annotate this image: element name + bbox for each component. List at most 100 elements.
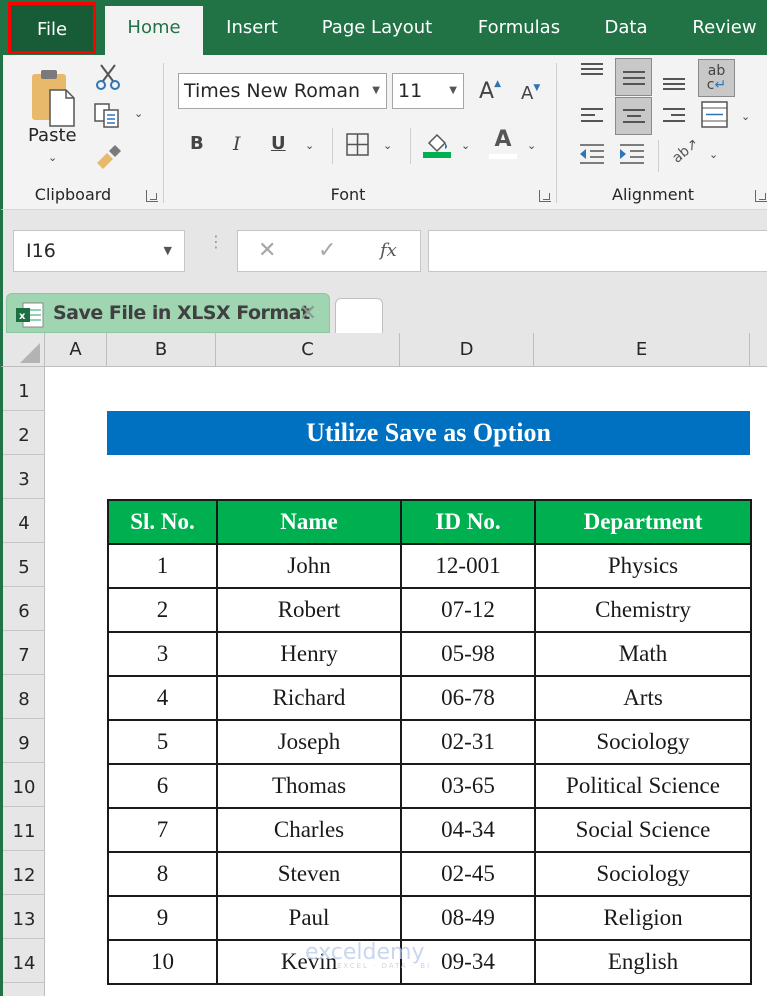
- cell-name[interactable]: Paul: [216, 895, 402, 941]
- column-header-b[interactable]: B: [107, 333, 216, 367]
- tab-formulas[interactable]: Formulas: [466, 0, 572, 55]
- cell-id-no[interactable]: 03-65: [400, 763, 536, 809]
- format-painter-icon[interactable]: [95, 141, 123, 169]
- font-launcher-icon[interactable]: [539, 190, 551, 202]
- font-size-combo[interactable]: 11 ▼: [392, 73, 464, 109]
- cell-id-no[interactable]: 04-34: [400, 807, 536, 853]
- column-header-d[interactable]: D: [400, 333, 534, 367]
- copy-icon[interactable]: [93, 102, 123, 130]
- underline-dropdown-icon[interactable]: ⌄: [305, 139, 314, 152]
- font-name-combo[interactable]: Times New Roman ▼: [178, 73, 387, 109]
- cell-name[interactable]: Robert: [216, 587, 402, 633]
- cell-department[interactable]: Chemistry: [534, 587, 752, 633]
- cell-id-no[interactable]: 07-12: [400, 587, 536, 633]
- paste-button[interactable]: [28, 68, 80, 130]
- align-center-button[interactable]: [615, 97, 652, 135]
- cell-id-no[interactable]: 02-45: [400, 851, 536, 897]
- cancel-icon[interactable]: ✕: [258, 238, 276, 263]
- row-header[interactable]: 1: [3, 367, 45, 411]
- header-department[interactable]: Department: [534, 499, 752, 545]
- cell-department[interactable]: Arts: [534, 675, 752, 721]
- cell-department[interactable]: Physics: [534, 543, 752, 589]
- cell-name[interactable]: Richard: [216, 675, 402, 721]
- column-header-e[interactable]: E: [534, 333, 750, 367]
- cell-department[interactable]: Math: [534, 631, 752, 677]
- cell-sl-no[interactable]: 6: [107, 763, 218, 809]
- align-right-icon[interactable]: [661, 105, 687, 127]
- cell-sl-no[interactable]: 2: [107, 587, 218, 633]
- formula-bar-grip-icon[interactable]: ⋮: [208, 234, 224, 250]
- row-header[interactable]: 12: [3, 851, 45, 895]
- tab-file[interactable]: File: [8, 2, 96, 54]
- orientation-icon[interactable]: ab↗: [669, 135, 702, 166]
- fill-color-dropdown-icon[interactable]: ⌄: [461, 139, 470, 152]
- header-id-no[interactable]: ID No.: [400, 499, 536, 545]
- select-all-button[interactable]: [3, 333, 45, 367]
- row-header[interactable]: 7: [3, 631, 45, 675]
- sheet-tab[interactable]: x Save File in XLSX Format ✕: [6, 293, 330, 333]
- wrap-text-button[interactable]: ab c↵: [698, 59, 735, 97]
- font-name-dropdown-icon[interactable]: ▼: [372, 74, 380, 108]
- column-header-a[interactable]: A: [45, 333, 107, 367]
- underline-button[interactable]: U: [271, 133, 286, 154]
- cell-sl-no[interactable]: 3: [107, 631, 218, 677]
- cut-icon[interactable]: [95, 63, 121, 91]
- borders-icon[interactable]: [346, 133, 370, 157]
- borders-dropdown-icon[interactable]: ⌄: [383, 139, 392, 152]
- row-header[interactable]: 10: [3, 763, 45, 807]
- font-size-dropdown-icon[interactable]: ▼: [449, 74, 457, 108]
- clipboard-launcher-icon[interactable]: [146, 190, 158, 202]
- italic-button[interactable]: I: [233, 133, 241, 155]
- cell-sl-no[interactable]: 4: [107, 675, 218, 721]
- tab-page-layout[interactable]: Page Layout: [308, 0, 446, 55]
- cell-department[interactable]: Social Science: [534, 807, 752, 853]
- top-align-icon[interactable]: [579, 62, 605, 78]
- insert-function-icon[interactable]: fx: [380, 240, 397, 261]
- row-header[interactable]: 8: [3, 675, 45, 719]
- merge-dropdown-icon[interactable]: ⌄: [741, 110, 750, 123]
- fill-color-icon[interactable]: [423, 129, 453, 159]
- increase-indent-icon[interactable]: [618, 142, 646, 166]
- row-header[interactable]: 11: [3, 807, 45, 851]
- sheet-title[interactable]: Utilize Save as Option: [107, 411, 750, 455]
- formula-input[interactable]: [428, 230, 767, 272]
- cell-sl-no[interactable]: 1: [107, 543, 218, 589]
- name-box[interactable]: I16 ▼: [13, 230, 185, 272]
- merge-center-icon[interactable]: [701, 101, 729, 129]
- cell-sl-no[interactable]: 7: [107, 807, 218, 853]
- cell-department[interactable]: Political Science: [534, 763, 752, 809]
- paste-label[interactable]: Paste: [28, 125, 77, 146]
- row-header[interactable]: 3: [3, 455, 45, 499]
- cell-department[interactable]: Religion: [534, 895, 752, 941]
- tab-data[interactable]: Data: [594, 0, 658, 55]
- decrease-font-size-button[interactable]: A▼: [521, 83, 540, 104]
- cell-department[interactable]: Sociology: [534, 851, 752, 897]
- close-tab-icon[interactable]: ✕: [299, 301, 317, 326]
- cell-id-no[interactable]: 02-31: [400, 719, 536, 765]
- font-color-dropdown-icon[interactable]: ⌄: [527, 139, 536, 152]
- cell-name[interactable]: John: [216, 543, 402, 589]
- orientation-dropdown-icon[interactable]: ⌄: [709, 148, 718, 161]
- header-name[interactable]: Name: [216, 499, 402, 545]
- column-header-c[interactable]: C: [216, 333, 400, 367]
- tab-home[interactable]: Home: [105, 6, 203, 55]
- name-box-dropdown-icon[interactable]: ▼: [164, 231, 172, 271]
- cell-name[interactable]: Charles: [216, 807, 402, 853]
- cell-id-no[interactable]: 12-001: [400, 543, 536, 589]
- increase-font-size-button[interactable]: A▲: [479, 79, 501, 104]
- cell-id-no[interactable]: 05-98: [400, 631, 536, 677]
- decrease-indent-icon[interactable]: [578, 142, 606, 166]
- copy-dropdown-icon[interactable]: ⌄: [134, 107, 143, 120]
- alignment-launcher-icon[interactable]: [755, 190, 767, 202]
- enter-icon[interactable]: ✓: [318, 238, 336, 263]
- cell-sl-no[interactable]: 10: [107, 939, 218, 985]
- header-sl-no[interactable]: Sl. No.: [107, 499, 218, 545]
- cell-sl-no[interactable]: 5: [107, 719, 218, 765]
- row-header[interactable]: 9: [3, 719, 45, 763]
- bold-button[interactable]: B: [190, 133, 204, 154]
- row-header[interactable]: 5: [3, 543, 45, 587]
- align-left-icon[interactable]: [579, 105, 605, 127]
- cell-name[interactable]: Joseph: [216, 719, 402, 765]
- row-header[interactable]: 4: [3, 499, 45, 543]
- tab-insert[interactable]: Insert: [212, 0, 292, 55]
